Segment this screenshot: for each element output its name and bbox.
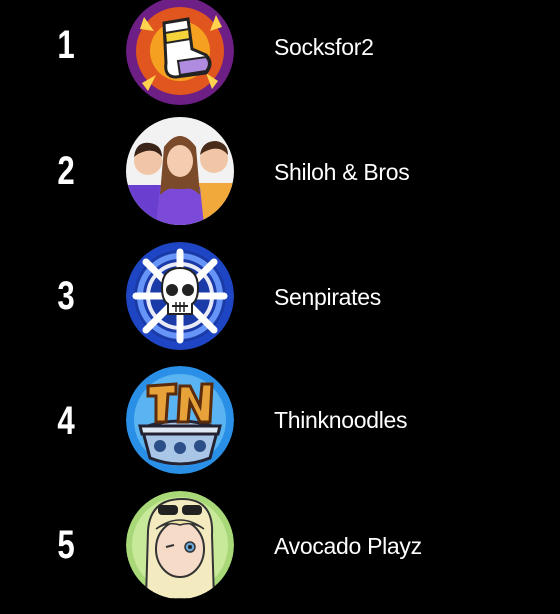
skull-crossbones-icon[interactable] [126, 242, 234, 350]
tn-noodle-bowl-icon[interactable] [126, 366, 234, 474]
channel-name: Socksfor2 [274, 34, 374, 60]
channel-name: Shiloh & Bros [274, 159, 410, 185]
channel-name: Thinknoodles [274, 407, 408, 433]
rank-number: 4 [57, 399, 75, 443]
rank-number: 1 [57, 23, 75, 67]
list-item[interactable]: 1 Socksfor2 [0, 0, 560, 116]
sock-character-icon[interactable] [126, 0, 234, 105]
cartoon-girl-avatar[interactable] [126, 491, 234, 599]
rank-number: 2 [57, 149, 75, 193]
rank-number: 3 [57, 274, 75, 318]
rank-number: 5 [57, 523, 75, 567]
list-item[interactable]: 5 Avocado Playz [0, 490, 560, 614]
group-photo-avatar[interactable] [126, 117, 234, 225]
channel-name: Senpirates [274, 284, 381, 310]
list-item[interactable]: 2 Shiloh & Bros [0, 116, 560, 240]
channel-name: Avocado Playz [274, 533, 422, 559]
list-item[interactable]: 3 Senpirates [0, 241, 560, 365]
list-item[interactable]: 4 Thinknoodles [0, 366, 560, 490]
